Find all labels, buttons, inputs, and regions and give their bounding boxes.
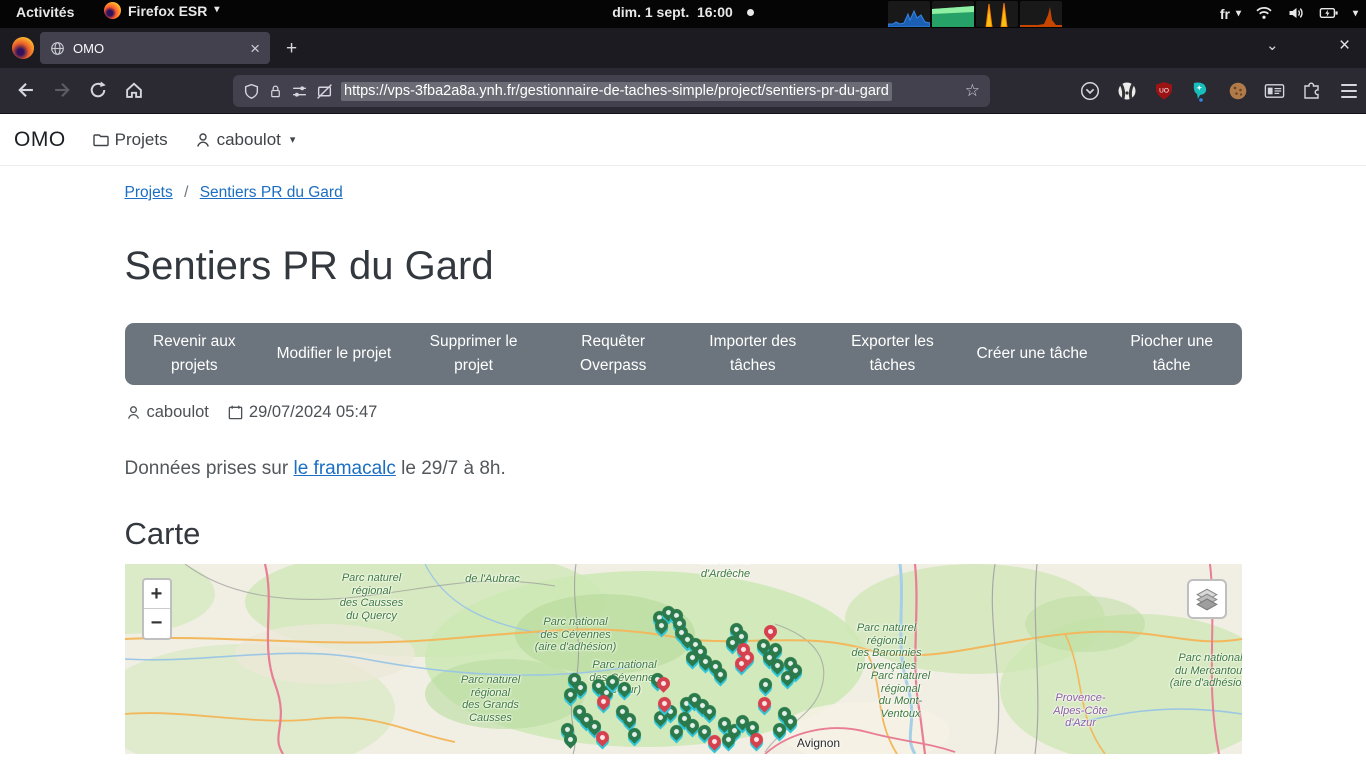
delete-project-button[interactable]: Supprimer le projet	[404, 323, 544, 385]
breadcrumb-separator: /	[184, 184, 188, 201]
map-label: Avignon	[797, 737, 840, 750]
map-label: Provence-Alpes-Côted'Azur	[1053, 692, 1107, 730]
create-task-button[interactable]: Créer une tâche	[962, 323, 1102, 385]
calendar-icon	[227, 404, 244, 421]
app-menu[interactable]: Firefox ESR ▾	[104, 2, 219, 19]
map-zoom-control: + −	[142, 578, 172, 640]
layers-icon	[1194, 586, 1220, 612]
url-bar[interactable]: https://vps-3fba2a8a.ynh.fr/gestionnaire…	[233, 75, 990, 107]
caret-down-icon: ▾	[214, 4, 219, 15]
map-label: Parc naturelrégionaldes Baronniesprovenç…	[851, 622, 921, 672]
notification-dot-icon	[747, 9, 754, 16]
map-label: Parc naturelrégionaldu Mont-Ventoux	[871, 670, 930, 720]
firefox-logo-icon	[12, 37, 34, 59]
cookie-icon[interactable]	[1226, 80, 1249, 103]
reader-card-icon[interactable]	[1263, 80, 1286, 103]
page-title: Sentiers PR du Gard	[125, 244, 1242, 289]
project-description: Données prises sur le framacalc le 29/7 …	[125, 458, 1242, 480]
system-tray: fr ▾ ▾	[1220, 0, 1358, 28]
network-graph-icon	[1020, 1, 1062, 27]
breadcrumb-current-link[interactable]: Sentiers PR du Gard	[200, 184, 343, 201]
map-label: Parc nationaldu Mercantour(aire d'adhési…	[1170, 652, 1242, 690]
map-heading: Carte	[125, 516, 1242, 552]
globe-icon	[50, 41, 65, 56]
battery-charging-icon	[1319, 6, 1339, 23]
svg-text:UO: UO	[1159, 88, 1169, 95]
home-button[interactable]	[124, 80, 144, 105]
map-label: de l'Aubrac	[465, 573, 520, 586]
zoom-in-button[interactable]: +	[144, 580, 170, 609]
folder-icon	[92, 131, 110, 149]
activities-button[interactable]: Activités	[16, 4, 74, 20]
map-canvas[interactable]: + − Parc naturelrégionaldes Caussesdu Qu…	[125, 564, 1242, 754]
privacy-badger-icon[interactable]	[1115, 80, 1138, 103]
map-label: des Montsd'Ardèche	[700, 564, 751, 580]
firefox-icon	[104, 2, 121, 19]
person-icon	[125, 404, 142, 421]
zoom-out-button[interactable]: −	[144, 609, 170, 638]
meta-date: 29/07/2024 05:47	[227, 403, 377, 422]
url-text-selected[interactable]: https://vps-3fba2a8a.ynh.fr/gestionnaire…	[341, 82, 892, 101]
page-content: OMO Projets caboulot ▾ Projets / Sentier…	[0, 114, 1366, 768]
ublock-origin-icon[interactable]: UO	[1152, 80, 1175, 103]
tab-close-icon[interactable]: ×	[250, 40, 260, 57]
breadcrumb: Projets / Sentiers PR du Gard	[125, 184, 1242, 202]
lock-icon[interactable]	[268, 83, 283, 100]
map-layers-control[interactable]	[1187, 579, 1227, 619]
system-monitor-applet	[888, 1, 1062, 27]
browser-tab-bar: OMO × + ⌄ ×	[0, 28, 1366, 68]
export-tasks-button[interactable]: Exporter les tâches	[823, 323, 963, 385]
project-action-toolbar: Revenir aux projets Modifier le projet S…	[125, 323, 1242, 385]
system-menu-caret-icon[interactable]: ▾	[1353, 8, 1358, 19]
extension-bird-icon[interactable]	[1189, 80, 1212, 103]
map-label: Parc nationaldes Cévennes(aire d'adhésio…	[535, 616, 617, 654]
caret-down-icon: ▾	[1236, 8, 1241, 19]
browser-tab[interactable]: OMO ×	[40, 32, 270, 64]
extensions-puzzle-icon[interactable]	[1300, 80, 1323, 103]
brand[interactable]: OMO	[14, 128, 66, 152]
list-tabs-chevron-icon[interactable]: ⌄	[1266, 36, 1279, 54]
tracking-protection-shield-icon[interactable]	[243, 83, 260, 100]
reload-button[interactable]	[88, 80, 108, 105]
wifi-icon	[1255, 5, 1273, 23]
extension-buttons: UO	[1078, 68, 1360, 114]
forward-button[interactable]	[52, 80, 72, 105]
menu-hamburger-icon[interactable]	[1337, 80, 1360, 103]
meta-author: caboulot	[125, 403, 209, 422]
window-close-button[interactable]: ×	[1339, 35, 1350, 57]
keyboard-layout-indicator[interactable]: fr ▾	[1220, 6, 1241, 22]
gnome-top-bar: Activités Firefox ESR ▾ dim. 1 sept. 16:…	[0, 0, 1366, 28]
volume-icon	[1287, 5, 1305, 24]
memory-graph-icon	[932, 1, 974, 27]
tab-title: OMO	[73, 41, 250, 56]
person-icon	[194, 131, 212, 149]
map-label: Parc naturelrégionaldes Caussesdu Quercy	[340, 572, 404, 622]
project-meta: caboulot 29/07/2024 05:47	[125, 403, 1242, 422]
permissions-icon[interactable]	[291, 83, 308, 100]
breadcrumb-projects-link[interactable]: Projets	[125, 184, 173, 201]
back-button[interactable]	[16, 80, 36, 105]
swap-graph-icon	[976, 1, 1018, 27]
framacalc-link[interactable]: le framacalc	[293, 458, 395, 479]
caret-down-icon: ▾	[290, 133, 296, 146]
cpu-graph-icon	[888, 1, 930, 27]
pocket-icon[interactable]	[1078, 80, 1101, 103]
browser-toolbar: https://vps-3fba2a8a.ynh.fr/gestionnaire…	[0, 68, 1366, 114]
back-to-projects-button[interactable]: Revenir aux projets	[125, 323, 265, 385]
new-tab-button[interactable]: +	[286, 38, 297, 60]
bookmark-star-icon[interactable]: ☆	[965, 81, 980, 101]
user-menu[interactable]: caboulot ▾	[194, 130, 296, 150]
autoplay-blocked-icon[interactable]	[316, 83, 333, 100]
edit-project-button[interactable]: Modifier le projet	[264, 323, 404, 385]
nav-projects-link[interactable]: Projets	[92, 130, 168, 150]
query-overpass-button[interactable]: Requêter Overpass	[543, 323, 683, 385]
import-tasks-button[interactable]: Importer des tâches	[683, 323, 823, 385]
map-label: Parc naturelrégionaldes GrandsCausses	[461, 674, 520, 724]
pick-task-button[interactable]: Piocher une tâche	[1102, 323, 1242, 385]
site-navbar: OMO Projets caboulot ▾	[0, 114, 1366, 166]
